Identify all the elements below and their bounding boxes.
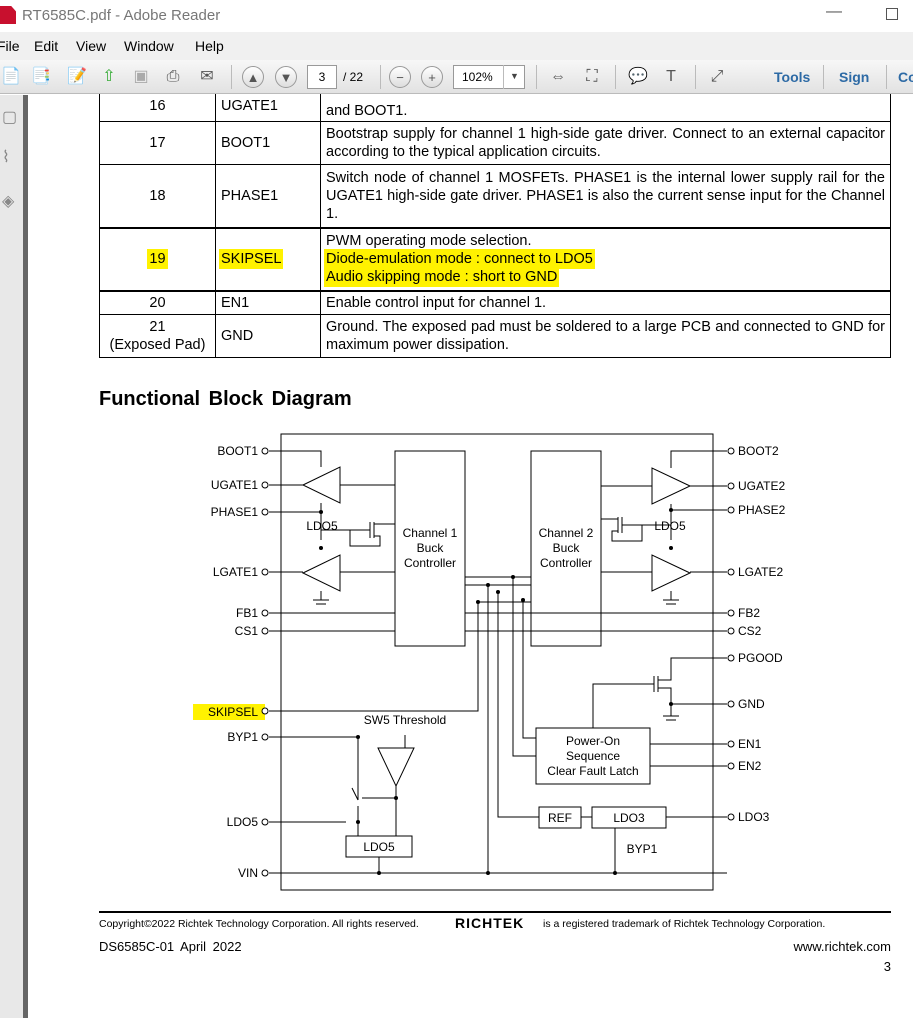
print-icon[interactable]: ⎙ bbox=[162, 66, 184, 88]
pin-description-table: 16 UGATE1 and BOOT1. 17 BOOT1 Bootstrap supp… bbox=[99, 89, 891, 358]
zoom-dropdown-button[interactable]: ▼ bbox=[503, 65, 525, 89]
footer-rule bbox=[99, 911, 891, 913]
pages-icon[interactable]: ▢ bbox=[2, 107, 17, 127]
section-heading: Functional Block Diagram bbox=[99, 388, 352, 410]
upload-icon[interactable]: ⇧ bbox=[98, 66, 120, 88]
attachments-icon[interactable]: ⌇ bbox=[2, 147, 10, 167]
pdf-page: 16 UGATE1 and BOOT1. 17 BOOT1 Bootstrap supp… bbox=[33, 89, 913, 1018]
create-pdf-icon[interactable]: 📄 bbox=[0, 66, 22, 88]
page-number-input[interactable]: 3 bbox=[307, 65, 337, 89]
maximize-button[interactable] bbox=[886, 8, 898, 20]
highlight-text-icon[interactable]: T bbox=[660, 66, 682, 88]
email-icon[interactable]: ✉ bbox=[196, 66, 218, 88]
richtek-logo: RICHTEK bbox=[455, 915, 525, 931]
comment-icon[interactable]: 💬 bbox=[627, 66, 649, 88]
copyright: Copyright©2022 Richtek Technology Corpor… bbox=[99, 918, 419, 930]
save-icon[interactable]: ▣ bbox=[130, 66, 152, 88]
zoom-out-button[interactable]: − bbox=[389, 66, 411, 88]
previous-page-button[interactable]: ▲ bbox=[242, 66, 264, 88]
document-id: DS6585C-01 April 2022 bbox=[99, 939, 242, 954]
tools-link[interactable]: Tools bbox=[774, 69, 810, 85]
menu-file[interactable]: File bbox=[0, 38, 20, 54]
combine-icon[interactable]: 📑 bbox=[30, 66, 52, 88]
edit-icon[interactable]: 📝 bbox=[66, 66, 88, 88]
table-row: 18 PHASE1 Switch node of channel 1 MOSFETs… bbox=[99, 164, 891, 228]
table-row: 16 UGATE1 and BOOT1. bbox=[99, 89, 891, 122]
trademark-text: is a registered trademark of Richtek Tec… bbox=[543, 918, 826, 930]
menu-view[interactable]: View bbox=[76, 38, 106, 54]
zoom-in-button[interactable]: + bbox=[421, 66, 443, 88]
sign-link[interactable]: Sign bbox=[839, 69, 869, 85]
comment-link[interactable]: Co bbox=[898, 69, 913, 85]
full-screen-icon[interactable]: ⤢ bbox=[706, 66, 728, 88]
menu-bar: File Edit View Window Help bbox=[0, 32, 913, 60]
table-row: 21 (Exposed Pad) GND Ground. The exposed pa… bbox=[99, 314, 891, 358]
menu-edit[interactable]: Edit bbox=[34, 38, 58, 54]
menu-window[interactable]: Window bbox=[124, 38, 174, 54]
adobe-reader-icon bbox=[0, 6, 16, 24]
website: www.richtek.com bbox=[793, 939, 891, 954]
page-number: 3 bbox=[883, 959, 891, 974]
navigation-pane: ▢ ⌇ ◈ bbox=[0, 95, 28, 1018]
page-total: / 22 bbox=[343, 70, 364, 84]
fit-page-icon[interactable]: ⛶ bbox=[581, 66, 603, 88]
menu-help[interactable]: Help bbox=[195, 38, 224, 54]
table-row: 17 BOOT1 Bootstrap supply for channel 1 hi… bbox=[99, 121, 891, 165]
table-row-highlighted: 19 SKIPSEL PWM operating mode selection.… bbox=[99, 226, 891, 292]
window-title: RT6585C.pdf - Adobe Reader bbox=[22, 7, 221, 24]
minimize-button[interactable]: — bbox=[826, 3, 842, 21]
title-bar: RT6585C.pdf - Adobe Reader — bbox=[0, 0, 913, 32]
next-page-button[interactable]: ▼ bbox=[275, 66, 297, 88]
layers-icon[interactable]: ◈ bbox=[2, 191, 14, 211]
table-row: 20 EN1 Enable control input for channel 1. bbox=[99, 290, 891, 315]
fit-width-icon[interactable]: ⇔ bbox=[547, 66, 569, 88]
